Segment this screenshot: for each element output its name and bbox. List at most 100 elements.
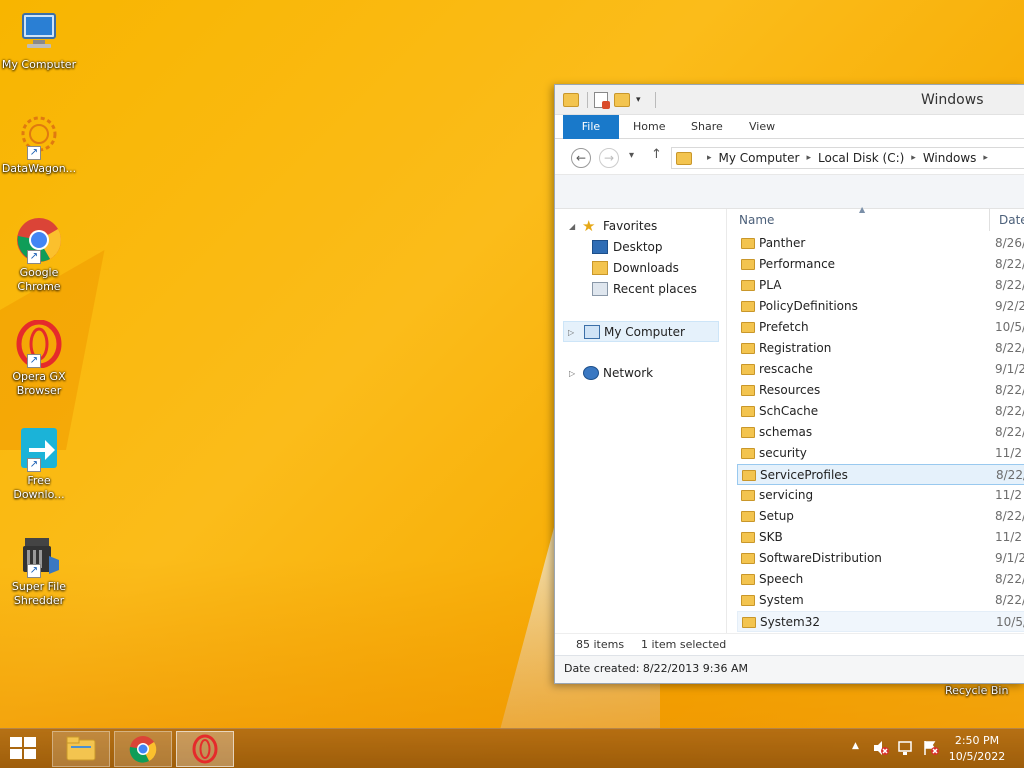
address-bar[interactable]: ▸ My Computer ▸ Local Disk (C:) ▸ Window… (671, 147, 1024, 169)
file-date: 8/22/ (995, 383, 1024, 397)
folder-icon (676, 151, 692, 165)
file-list: Name ▲ Date Panther 8/26/Performance 8/22/… (733, 205, 1024, 633)
nav-favorites-label: Favorites (603, 219, 658, 233)
folder-icon (741, 448, 755, 459)
date-created-text: Date created: 8/22/2013 9:36 AM (564, 662, 749, 675)
desktop-icon-super-file-shredder[interactable]: ↗ Super File Shredder (0, 530, 78, 608)
file-date: 11/2 (995, 446, 1022, 460)
file-row[interactable]: SchCache 8/22/ (737, 401, 1024, 422)
chrome-icon: ↗ (15, 216, 63, 264)
folder-icon (741, 553, 755, 564)
customize-quick-access-icon[interactable]: ▾ (636, 95, 641, 105)
expand-icon[interactable]: ▷ (569, 363, 575, 384)
column-header-date[interactable]: Date (999, 209, 1024, 231)
taskbar-opera-gx[interactable] (176, 731, 234, 767)
desktop-icon-datawagon[interactable]: ↗ DataWagon... (0, 112, 78, 176)
file-row[interactable]: Panther 8/26/ (737, 233, 1024, 254)
folder-icon (742, 617, 756, 628)
action-center-flag-icon[interactable] (922, 740, 940, 768)
system-clock[interactable]: 2:50 PM 10/5/2022 (942, 733, 1012, 765)
network-icon (583, 366, 599, 380)
nav-network[interactable]: ▷ Network (555, 363, 727, 384)
file-row[interactable]: System 8/22/ (737, 590, 1024, 611)
title-bar[interactable]: ▾ Windows (555, 85, 1024, 115)
breadcrumb-windows[interactable]: Windows (923, 151, 977, 165)
up-arrow-icon[interactable]: ↑ (651, 147, 662, 162)
nav-downloads[interactable]: Downloads (555, 258, 727, 279)
file-date: 8/22/ (995, 425, 1024, 439)
file-row[interactable]: Performance 8/22/ (737, 254, 1024, 275)
file-row[interactable]: Registration 8/22/ (737, 338, 1024, 359)
file-name: ServiceProfiles (760, 468, 848, 482)
chevron-right-icon[interactable]: ▸ (911, 153, 916, 163)
folder-icon (741, 406, 755, 417)
folder-icon (741, 511, 755, 522)
nav-recent-places[interactable]: Recent places (555, 279, 727, 300)
file-name: Speech (759, 572, 804, 586)
new-folder-icon[interactable] (614, 93, 630, 107)
file-date: 8/22/ (995, 572, 1024, 586)
file-row[interactable]: rescache 9/1/2 (737, 359, 1024, 380)
nav-favorites[interactable]: ◢ ★ Favorites (555, 216, 727, 237)
file-name: SchCache (759, 404, 819, 418)
file-row[interactable]: Resources 8/22/ (737, 380, 1024, 401)
volume-muted-icon[interactable] (872, 740, 890, 768)
file-row[interactable]: PLA 8/22/ (737, 275, 1024, 296)
taskbar-chrome[interactable] (114, 731, 172, 767)
sort-ascending-icon: ▲ (859, 205, 866, 214)
tab-share[interactable]: Share (681, 115, 733, 139)
collapse-icon[interactable]: ◢ (569, 216, 575, 237)
file-row[interactable]: security 11/2 (737, 443, 1024, 464)
file-row[interactable]: System32 10/5/ (737, 611, 1024, 632)
desktop-icon-chrome[interactable]: ↗ Google Chrome (0, 216, 78, 294)
back-button[interactable]: ← (571, 148, 591, 168)
breadcrumb-my-computer[interactable]: My Computer (719, 151, 800, 165)
file-row[interactable]: SoftwareDistribution 9/1/2 (737, 548, 1024, 569)
file-row[interactable]: schemas 8/22/ (737, 422, 1024, 443)
recent-locations-icon[interactable]: ▾ (629, 150, 634, 161)
network-tray-icon[interactable] (897, 740, 915, 768)
forward-button[interactable]: → (599, 148, 619, 168)
desktop-icon-free-download[interactable]: ↗ Free Downlo... (0, 424, 78, 502)
file-date: 8/22/ (995, 341, 1024, 355)
file-explorer-icon (66, 736, 96, 761)
taskbar-file-explorer[interactable] (52, 731, 110, 767)
tab-home[interactable]: Home (623, 115, 675, 139)
column-header-name[interactable]: Name (739, 209, 774, 231)
breadcrumb-local-disk[interactable]: Local Disk (C:) (818, 151, 904, 165)
nav-my-computer[interactable]: ▷ My Computer (563, 321, 719, 342)
file-row[interactable]: Setup 8/22/ (737, 506, 1024, 527)
file-date: 8/22/ (995, 257, 1024, 271)
file-row[interactable]: servicing 11/2 (737, 485, 1024, 506)
file-name: SoftwareDistribution (759, 551, 882, 565)
nav-my-computer-label: My Computer (604, 325, 685, 339)
desktop-icon-my-computer[interactable]: My Computer (0, 8, 78, 72)
details-bar: Date created: 8/22/2013 9:36 AM (555, 655, 1024, 683)
column-divider[interactable] (989, 209, 990, 231)
file-name: servicing (759, 488, 814, 502)
show-hidden-icons-button[interactable]: ▲ (852, 741, 859, 768)
recycle-bin-label[interactable]: Recycle Bin (945, 684, 1008, 697)
nav-desktop[interactable]: Desktop (555, 237, 727, 258)
file-row[interactable]: Speech 8/22/ (737, 569, 1024, 590)
start-button[interactable] (10, 737, 38, 761)
file-name: Setup (759, 509, 794, 523)
navigation-bar: ← → ▾ ↑ ▸ My Computer ▸ Local Disk (C:) … (555, 139, 1024, 175)
tab-file[interactable]: File (563, 115, 619, 139)
star-icon: ★ (582, 217, 596, 235)
tab-view[interactable]: View (739, 115, 785, 139)
folder-icon (563, 93, 579, 107)
status-bar: 85 items 1 item selected (555, 633, 1024, 655)
folder-icon (741, 301, 755, 312)
expand-icon[interactable]: ▷ (568, 322, 574, 343)
desktop-icon-opera-gx[interactable]: ↗ Opera GX Browser (0, 319, 78, 398)
chevron-right-icon[interactable]: ▸ (806, 153, 811, 163)
file-row[interactable]: ServiceProfiles 8/22/ (737, 464, 1024, 485)
file-date: 8/26/ (995, 236, 1024, 250)
chevron-right-icon[interactable]: ▸ (983, 153, 988, 163)
file-row[interactable]: Prefetch 10/5/ (737, 317, 1024, 338)
properties-icon[interactable] (594, 92, 610, 109)
file-row[interactable]: SKB 11/2 (737, 527, 1024, 548)
folder-icon (741, 364, 755, 375)
file-row[interactable]: PolicyDefinitions 9/2/2 (737, 296, 1024, 317)
